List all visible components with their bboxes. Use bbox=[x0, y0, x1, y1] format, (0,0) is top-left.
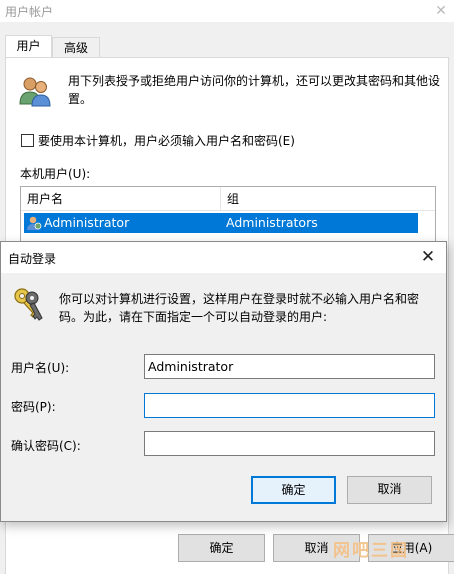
require-login-checkbox[interactable] bbox=[21, 134, 34, 147]
keys-icon bbox=[14, 288, 43, 321]
column-header-username[interactable]: 用户名 bbox=[21, 187, 221, 211]
ok-button[interactable]: 确定 bbox=[251, 476, 336, 504]
require-login-label[interactable]: 要使用本计算机，用户必须输入用户名和密码(E) bbox=[38, 132, 295, 149]
dialog-title: 自动登录 bbox=[8, 252, 57, 266]
column-header-group[interactable]: 组 bbox=[221, 187, 421, 211]
tab-users[interactable]: 用户 bbox=[5, 35, 52, 58]
list-header: 用户名 组 bbox=[21, 187, 435, 211]
table-row[interactable]: Administrator Administrators bbox=[24, 213, 418, 233]
auto-login-dialog: 自动登录 ✕ 你可以对计算机进行设置，这样用户在登录时就不必输入用户名和密码。为… bbox=[0, 241, 447, 522]
auto-login-titlebar: 自动登录 ✕ bbox=[1, 242, 446, 273]
row-username: Administrator bbox=[44, 215, 130, 230]
dialog-intro-text: 你可以对计算机进行设置，这样用户在登录时就不必输入用户名和密码。为此，请在下面指… bbox=[59, 292, 420, 324]
password-label: 密码(P): bbox=[11, 400, 56, 414]
window-title: 用户帐户 bbox=[5, 5, 54, 19]
confirm-password-label: 确认密码(C): bbox=[11, 439, 81, 453]
local-users-label: 本机用户(U): bbox=[20, 167, 91, 181]
tab-advanced[interactable]: 高级 bbox=[52, 37, 100, 59]
users-list[interactable]: 用户名 组 Administrator Administrators bbox=[20, 186, 436, 246]
ok-button[interactable]: 确定 bbox=[178, 534, 265, 562]
user-icon bbox=[27, 216, 42, 230]
close-icon[interactable]: ✕ bbox=[432, 2, 450, 20]
intro-text: 用下列表授予或拒绝用户访问你的计算机，还可以更改其密码和其他设置。 bbox=[68, 74, 441, 106]
cancel-button[interactable]: 取消 bbox=[347, 476, 432, 504]
users-icon bbox=[19, 77, 51, 107]
confirm-password-input[interactable] bbox=[144, 431, 435, 456]
username-input[interactable] bbox=[144, 354, 435, 379]
close-icon[interactable]: ✕ bbox=[418, 247, 438, 267]
watermark: 网吧三国 bbox=[333, 541, 409, 561]
username-label: 用户名(U): bbox=[11, 361, 70, 375]
password-input[interactable] bbox=[144, 393, 435, 418]
row-group: Administrators bbox=[226, 215, 318, 230]
user-accounts-titlebar: 用户帐户 ✕ bbox=[0, 0, 454, 22]
